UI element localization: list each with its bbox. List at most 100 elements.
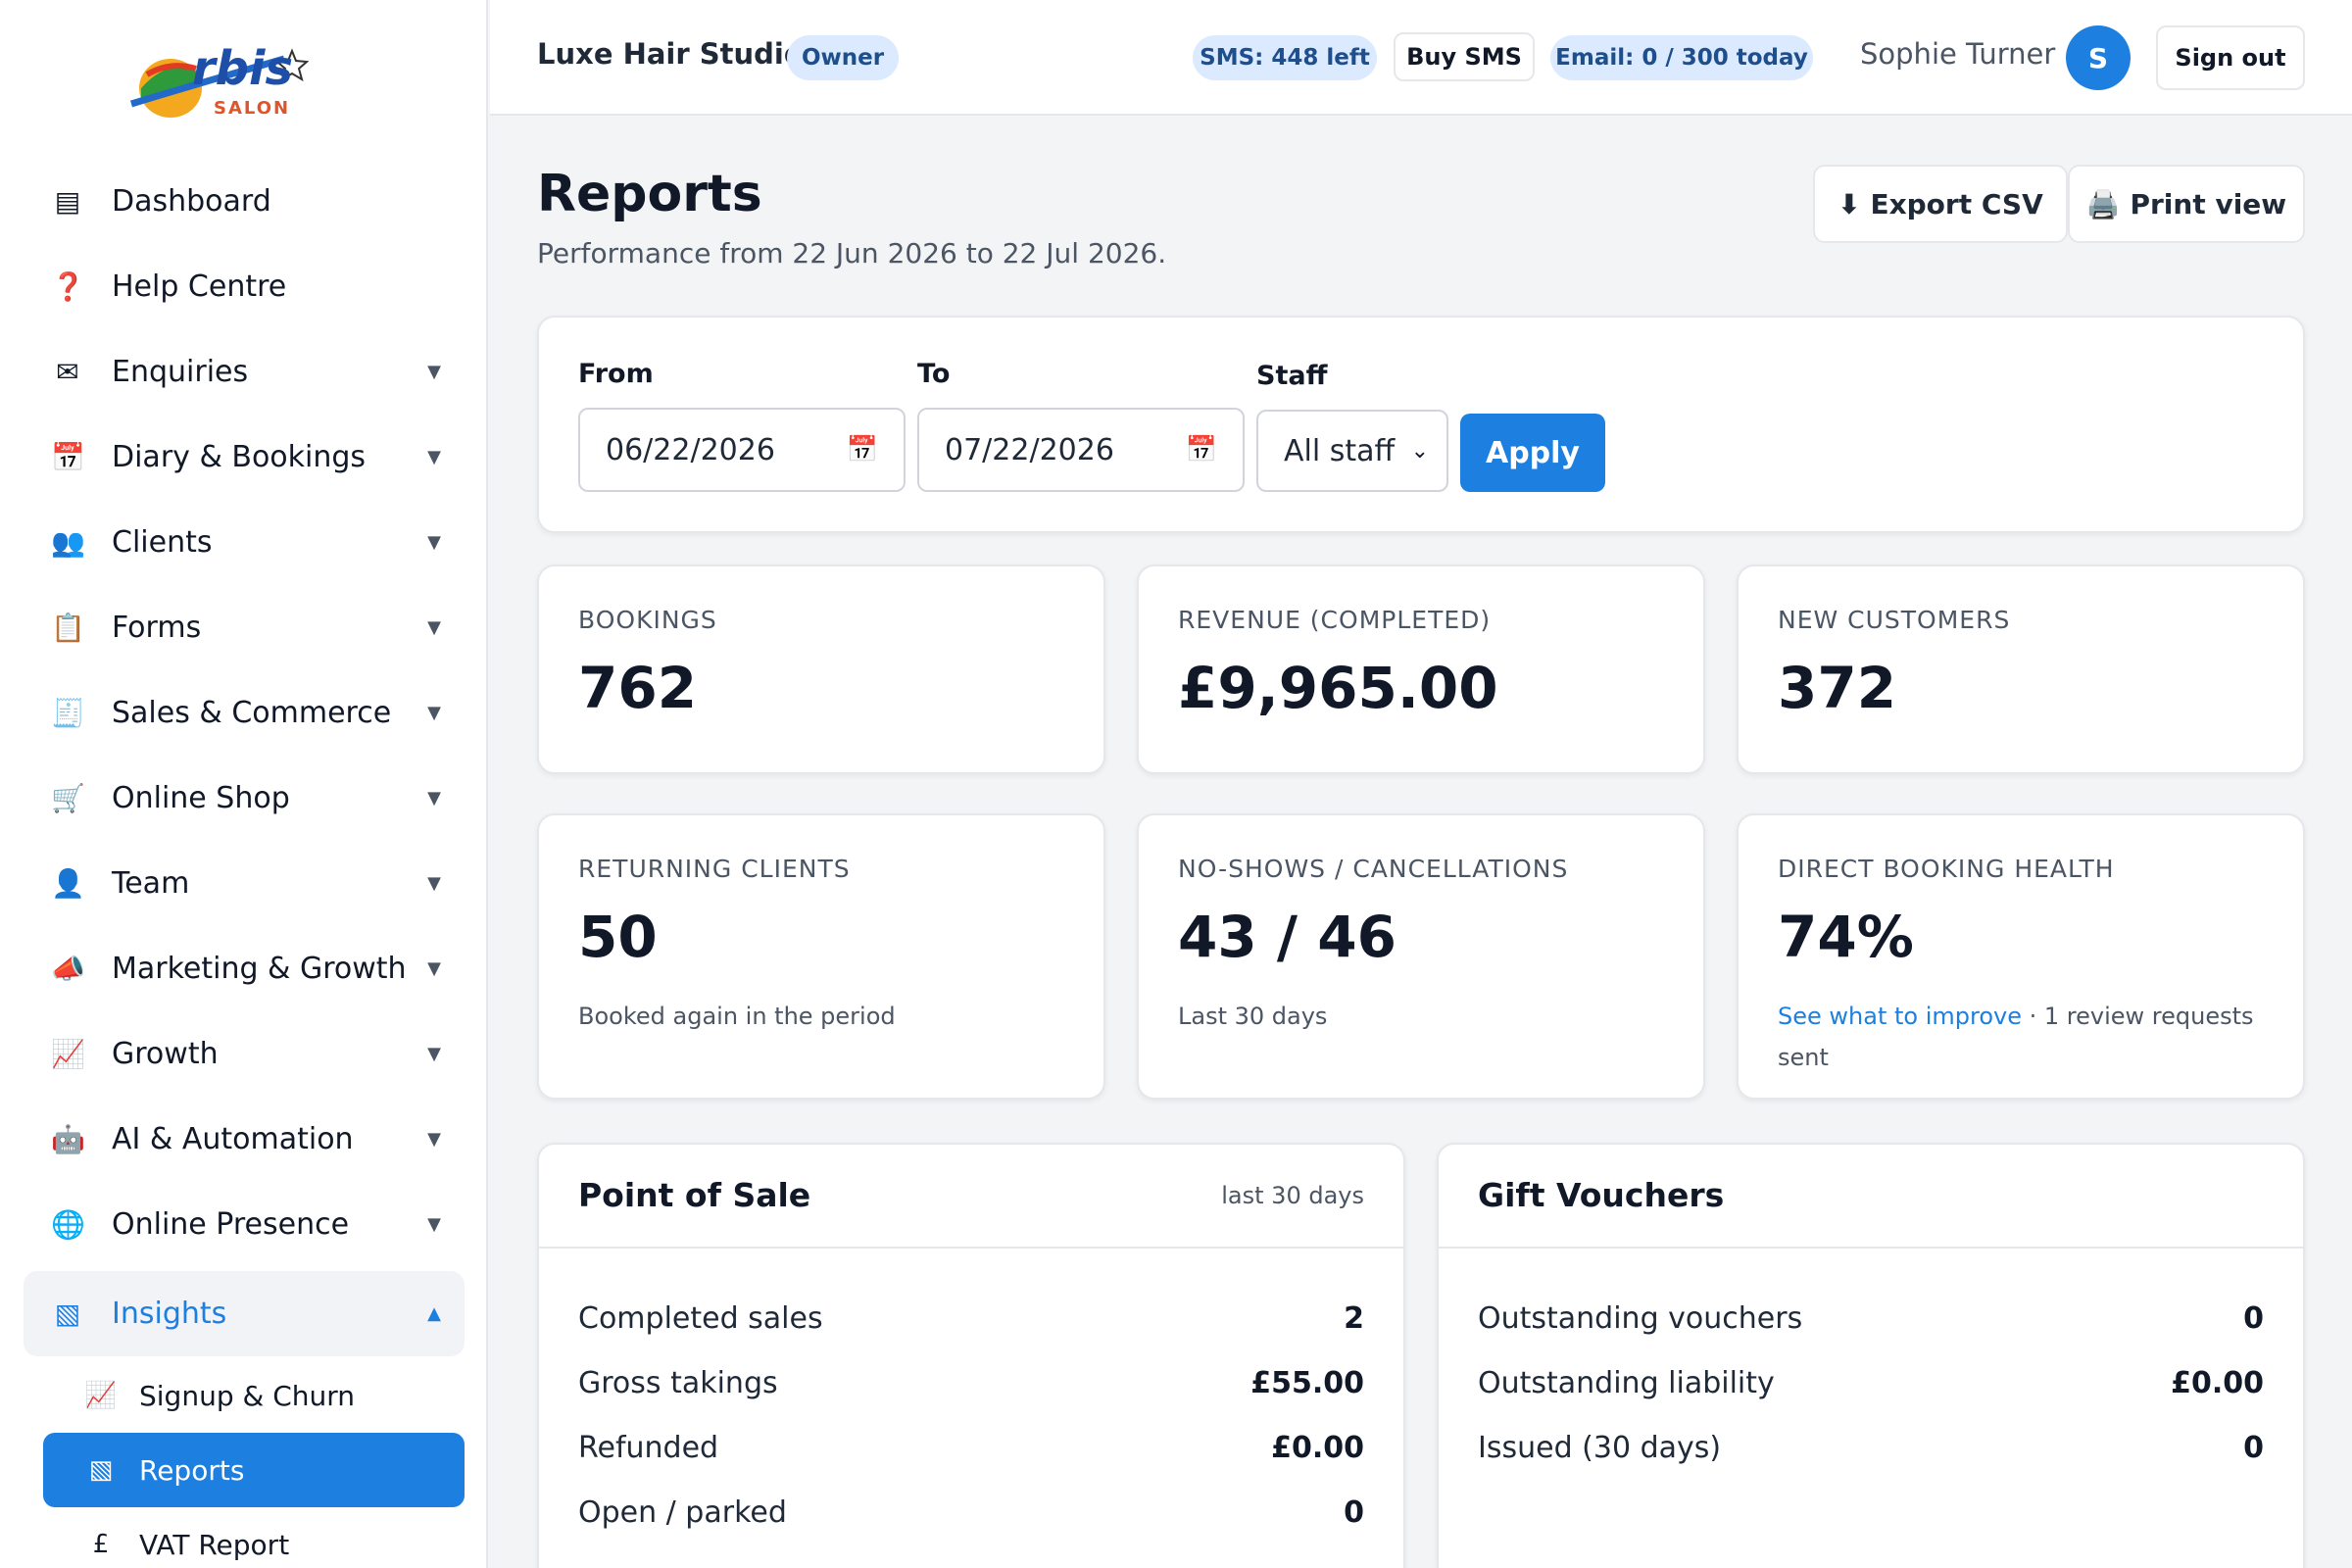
avatar[interactable]: S xyxy=(2066,25,2131,90)
point-of-sale-card: Point of Sale last 30 days Completed sal… xyxy=(537,1143,1405,1568)
chevron-down-icon: ▼ xyxy=(427,873,441,894)
sidebar-item-enquiries[interactable]: ✉ Enquiries ▼ xyxy=(24,329,465,415)
sidebar-item-label: Enquiries xyxy=(112,355,249,389)
sidebar-item-marketing-and-growth[interactable]: 📣 Marketing & Growth ▼ xyxy=(24,926,465,1011)
user-name: Sophie Turner xyxy=(1860,37,2056,71)
sidebar-item-label: Help Centre xyxy=(112,270,287,304)
stat-label: REVENUE (COMPLETED) xyxy=(1178,606,1492,634)
divider xyxy=(1439,1247,2303,1249)
chevron-down-icon: ▼ xyxy=(427,1214,441,1235)
stat-note: Booked again in the period xyxy=(578,1003,896,1030)
stat-value: 50 xyxy=(578,904,658,970)
sidebar-subitem-vat-report[interactable]: £ VAT Report xyxy=(43,1507,465,1568)
sidebar-item-label: Insights xyxy=(112,1297,227,1331)
sidebar-subitem-signup-and-churn[interactable]: 📈 Signup & Churn xyxy=(43,1358,465,1433)
sidebar-item-label: Growth xyxy=(112,1037,219,1071)
growth-icon: 📈 xyxy=(51,1038,85,1070)
sidebar-item-ai-and-automation[interactable]: 🤖 AI & Automation ▼ xyxy=(24,1097,465,1182)
calendar-icon[interactable]: 📅 xyxy=(1186,435,1217,465)
sidebar-item-label: Online Shop xyxy=(112,781,290,815)
row-label: Outstanding vouchers xyxy=(1478,1300,1803,1336)
chevron-down-icon: ▼ xyxy=(427,532,441,553)
see-what-to-improve-link[interactable]: See what to improve xyxy=(1778,1003,2022,1030)
insights-icon: ▧ xyxy=(54,1298,81,1330)
online-presence-icon: 🌐 xyxy=(51,1208,85,1241)
from-label: From xyxy=(578,359,654,389)
sidebar-subitem-reports[interactable]: ▧ Reports xyxy=(43,1433,465,1507)
dashboard-icon: ▤ xyxy=(54,185,81,218)
chevron-down-icon: ▼ xyxy=(427,958,441,979)
logo-wordmark: rbis xyxy=(192,41,294,96)
email-quota-badge: Email: 0 / 300 today xyxy=(1550,35,1813,80)
orbis-salon-logo[interactable]: rbis SALON xyxy=(127,35,363,125)
gift-vouchers-card: Gift Vouchers Outstanding vouchers 0 Outst… xyxy=(1437,1143,2305,1568)
from-date-input[interactable]: 06/22/2026 📅 xyxy=(578,408,906,492)
sidebar-item-team[interactable]: 👤 Team ▼ xyxy=(24,841,465,926)
stat-note: See what to improve · 1 review requests … xyxy=(1778,996,2287,1078)
sidebar-item-dashboard[interactable]: ▤ Dashboard xyxy=(24,159,465,244)
sign-out-button[interactable]: Sign out xyxy=(2156,25,2305,90)
to-label: To xyxy=(917,359,951,389)
row-value: £0.00 xyxy=(1271,1430,1364,1465)
staff-label: Staff xyxy=(1256,361,1328,391)
chevron-down-icon: ▼ xyxy=(427,1044,441,1064)
forms-icon: 📋 xyxy=(51,612,85,644)
print-view-button[interactable]: 🖨️ Print view xyxy=(2068,165,2305,243)
staff-select[interactable]: All staff ⌄ xyxy=(1256,410,1448,492)
summary-row: Completed sales 2 xyxy=(578,1294,1364,1343)
sidebar-item-online-shop[interactable]: 🛒 Online Shop ▼ xyxy=(24,756,465,841)
signup-and-churn-icon: 📈 xyxy=(84,1381,118,1410)
calendar-icon[interactable]: 📅 xyxy=(847,435,878,465)
sidebar-item-insights[interactable]: ▧ Insights ▲ xyxy=(24,1271,465,1356)
sms-credit-badge: SMS: 448 left xyxy=(1193,35,1377,80)
chevron-up-icon: ▲ xyxy=(427,1303,441,1324)
sidebar-item-label: Team xyxy=(112,866,190,901)
chevron-down-icon: ▼ xyxy=(427,362,441,382)
stat-value: 372 xyxy=(1778,655,1897,721)
sidebar-subitem-label: Signup & Churn xyxy=(139,1379,356,1412)
stat-value: 43 / 46 xyxy=(1178,904,1396,970)
sidebar-item-label: AI & Automation xyxy=(112,1122,354,1156)
row-value: 0 xyxy=(2243,1300,2264,1336)
apply-button[interactable]: Apply xyxy=(1460,414,1605,492)
row-label: Issued (30 days) xyxy=(1478,1430,1722,1465)
to-date-input[interactable]: 07/22/2026 📅 xyxy=(917,408,1245,492)
summary-row: Issued (30 days) 0 xyxy=(1478,1423,2264,1472)
sidebar-item-label: Forms xyxy=(112,611,202,645)
stat-value: £9,965.00 xyxy=(1178,655,1498,721)
stat-card-revenue-completed: REVENUE (COMPLETED) £9,965.00 xyxy=(1137,564,1705,774)
chevron-down-icon: ▼ xyxy=(427,788,441,808)
staff-select-value: All staff xyxy=(1284,433,1396,468)
sidebar-item-label: Marketing & Growth xyxy=(112,952,407,986)
chevron-down-icon: ▼ xyxy=(427,447,441,467)
stat-label: BOOKINGS xyxy=(578,606,717,634)
chevron-down-icon: ▼ xyxy=(427,703,441,723)
sidebar-item-help-centre[interactable]: ❓ Help Centre xyxy=(24,244,465,329)
row-label: Completed sales xyxy=(578,1300,823,1336)
vouchers-title: Gift Vouchers xyxy=(1478,1176,1725,1214)
row-label: Refunded xyxy=(578,1430,719,1465)
stat-card-no-shows-cancellations: NO-SHOWS / CANCELLATIONS 43 / 46 Last 30 d… xyxy=(1137,813,1705,1100)
row-value: 0 xyxy=(2243,1430,2264,1465)
stat-card-returning-clients: RETURNING CLIENTS 50 Booked again in the p… xyxy=(537,813,1105,1100)
sidebar-item-clients[interactable]: 👥 Clients ▼ xyxy=(24,500,465,585)
row-value: 0 xyxy=(1344,1494,1364,1530)
studio-name: Luxe Hair Studio xyxy=(537,37,804,71)
divider xyxy=(539,1247,1403,1249)
pos-period: last 30 days xyxy=(1221,1182,1364,1209)
diary-and-bookings-icon: 📅 xyxy=(51,441,85,473)
sidebar-item-label: Online Presence xyxy=(112,1207,350,1242)
reports-icon: ▧ xyxy=(88,1455,114,1485)
to-date-value: 07/22/2026 xyxy=(945,432,1114,467)
sidebar-item-sales-and-commerce[interactable]: 🧾 Sales & Commerce ▼ xyxy=(24,670,465,756)
stat-value: 762 xyxy=(578,655,698,721)
sidebar-item-forms[interactable]: 📋 Forms ▼ xyxy=(24,585,465,670)
sidebar-item-online-presence[interactable]: 🌐 Online Presence ▼ xyxy=(24,1182,465,1267)
buy-sms-button[interactable]: Buy SMS xyxy=(1394,32,1535,81)
sidebar-item-growth[interactable]: 📈 Growth ▼ xyxy=(24,1011,465,1097)
summary-row: Gross takings £55.00 xyxy=(578,1358,1364,1407)
chevron-down-icon: ⌄ xyxy=(1410,438,1429,464)
team-icon: 👤 xyxy=(51,867,85,900)
sidebar-item-diary-and-bookings[interactable]: 📅 Diary & Bookings ▼ xyxy=(24,415,465,500)
export-csv-button[interactable]: ⬇ Export CSV xyxy=(1813,165,2068,243)
